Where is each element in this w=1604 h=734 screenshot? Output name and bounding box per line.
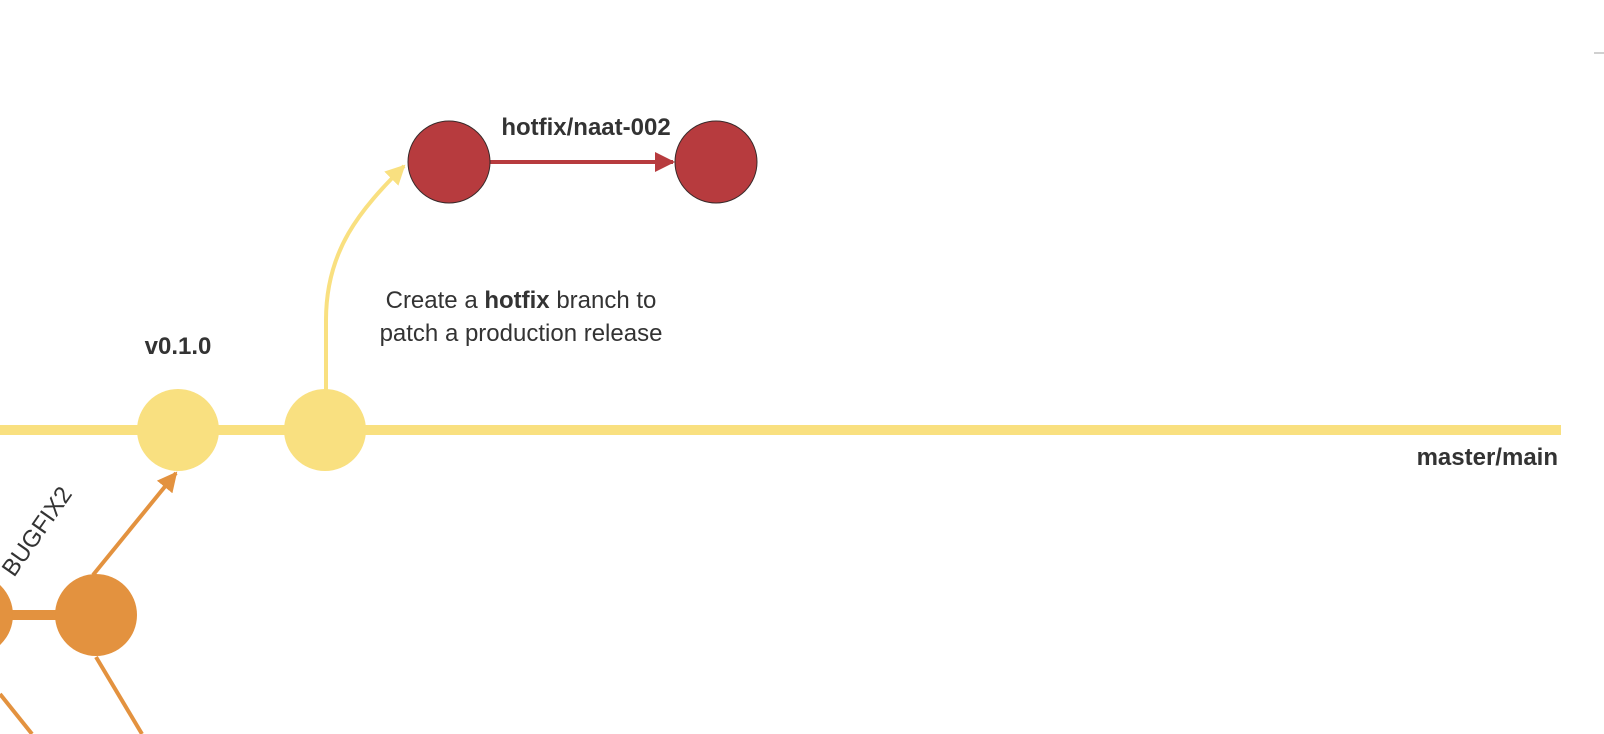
master-commit-v010[interactable] [137,389,219,471]
release-commit[interactable] [55,574,137,656]
hotfix-commit-1[interactable] [407,120,491,204]
hotfix-branch-curve [324,164,406,392]
gitflow-diagram: v0.1.0 hotfix/naat-002 master/main BUGFI… [0,114,1561,734]
hotfix-annotation-line2: patch a production release [380,320,663,347]
release-lower-line-1 [0,692,34,734]
release-merge-arrow [91,471,178,577]
bugfix-branch-label: BUGFIX2 [0,482,78,582]
release-lower-line-2 [94,655,144,734]
vertical-scrollbar[interactable] [1594,0,1604,734]
hotfix-commit-2[interactable] [674,120,758,204]
release-commit-partial[interactable] [0,574,13,656]
hotfix-annotation-line1: Create a hotfix branch to [386,287,657,314]
master-branch-label: master/main [1417,444,1558,471]
scrollbar-thumb[interactable] [1594,52,1604,54]
hotfix-branch-label: hotfix/naat-002 [501,114,670,141]
tag-label-v010: v0.1.0 [145,333,212,360]
master-commit-hotfix-base[interactable] [284,389,366,471]
